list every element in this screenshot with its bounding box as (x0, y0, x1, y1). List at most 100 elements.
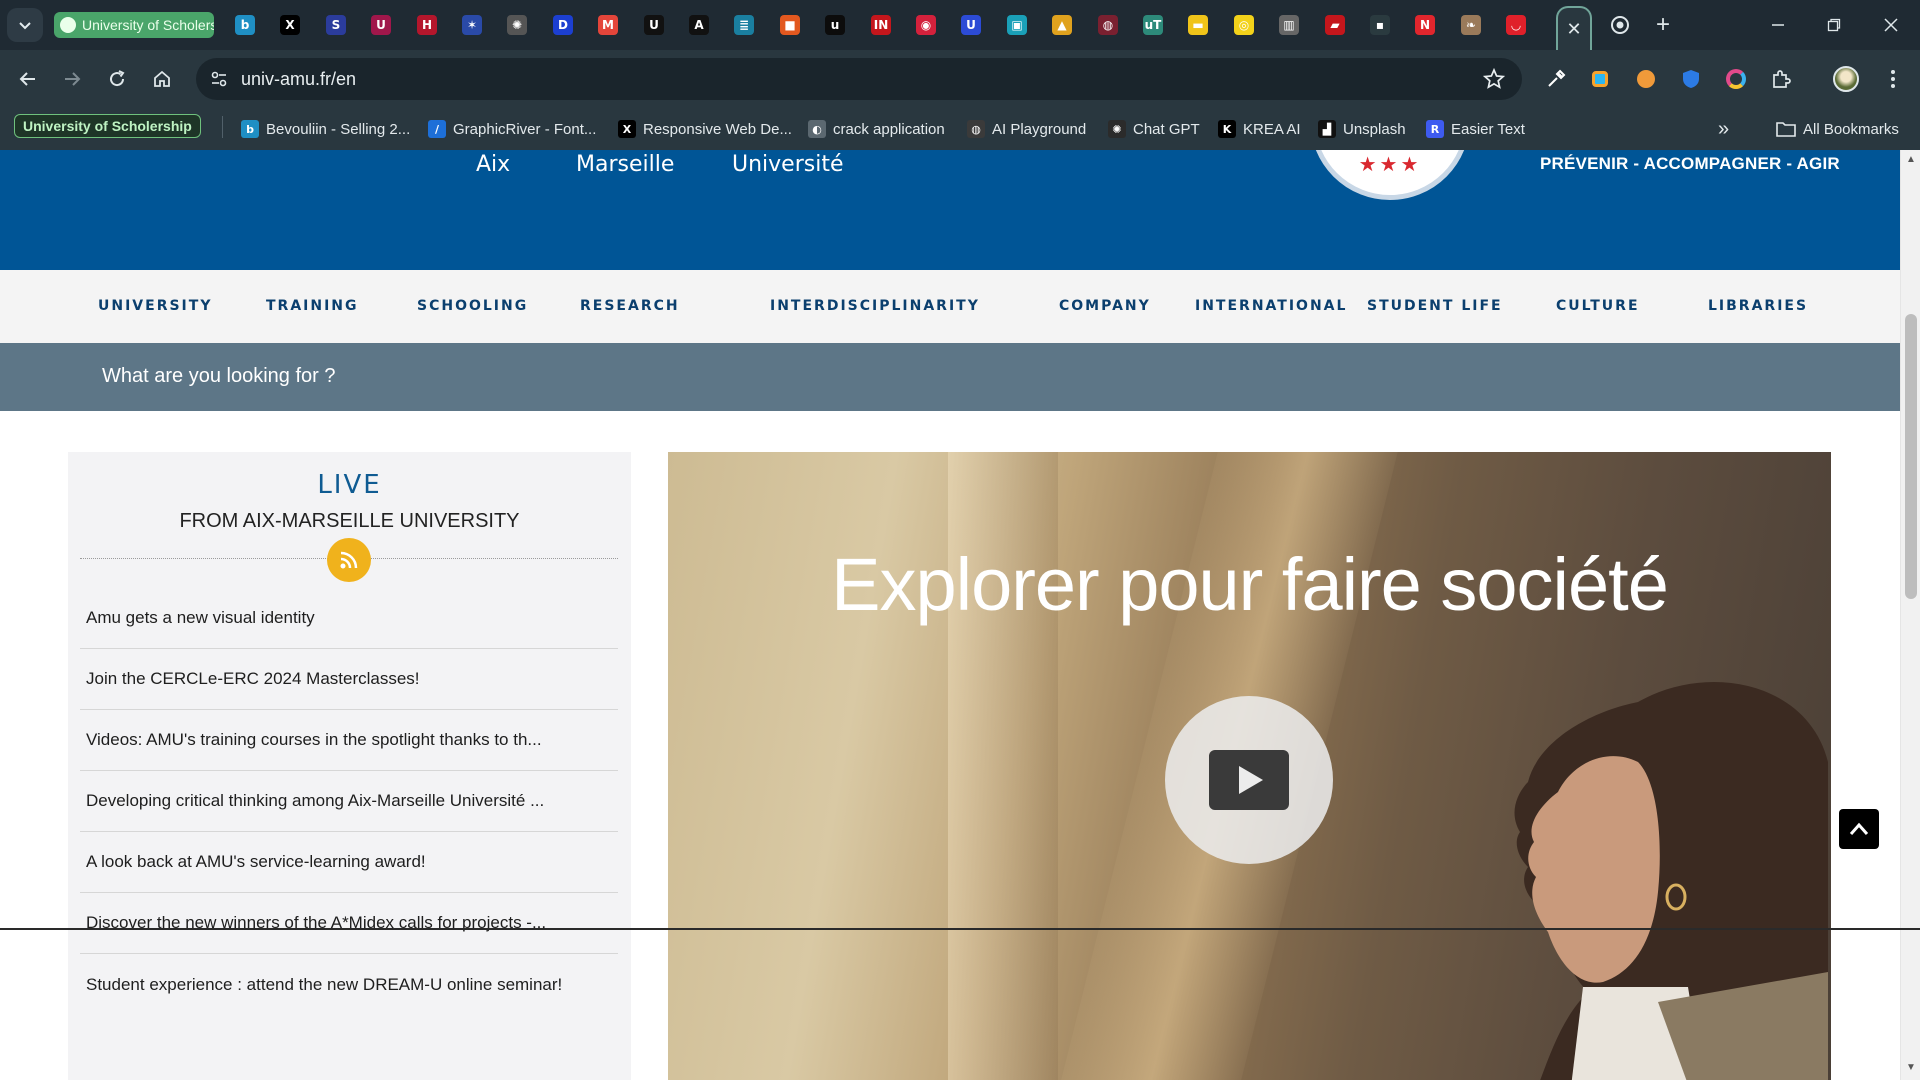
tab-lines[interactable]: ≣ (731, 12, 757, 38)
nav-schooling[interactable]: SCHOOLING (417, 298, 528, 314)
tab-dark[interactable]: ▪ (1367, 12, 1393, 38)
url-text[interactable]: univ-amu.fr/en (241, 69, 356, 90)
nav-research[interactable]: RESEARCH (580, 298, 680, 314)
bookmark-easier-text[interactable]: R Easier Text (1426, 117, 1525, 141)
scrollbar-thumb[interactable] (1905, 314, 1917, 599)
news-item[interactable]: Join the CERCLe-ERC 2024 Masterclasses! (80, 649, 618, 710)
tab-unsplash-u[interactable]: U (641, 12, 667, 38)
tab-insa[interactable]: IN (868, 12, 894, 38)
bookmark-folder-university-of-scholership[interactable]: University of Scholership (14, 114, 201, 138)
extensions-button[interactable] (1766, 64, 1796, 94)
extension-blue[interactable] (1585, 64, 1615, 94)
news-item[interactable]: A look back at AMU's service-learning aw… (80, 832, 618, 893)
nav-student-life[interactable]: STUDENT LIFE (1367, 298, 1503, 314)
bookmark-bevouliin[interactable]: b Bevouliin - Selling 2... (241, 117, 410, 141)
play-button[interactable] (1165, 696, 1333, 864)
tab-lips[interactable]: ◡ (1503, 12, 1529, 38)
tab-h[interactable]: H (414, 12, 440, 38)
tab-x[interactable]: X (277, 12, 303, 38)
nav-university[interactable]: UNIVERSITY (98, 298, 212, 314)
address-bar[interactable]: univ-amu.fr/en (196, 58, 1522, 100)
tab-teal-square[interactable]: ▣ (1004, 12, 1030, 38)
nav-training[interactable]: TRAINING (266, 298, 359, 314)
featured-video[interactable]: Explorer pour faire société (668, 452, 1831, 1080)
back-button[interactable] (13, 64, 43, 94)
news-item[interactable]: Student experience : attend the new DREA… (80, 954, 618, 1015)
tab-aperture[interactable]: ✺ (504, 12, 530, 38)
rss-icon (340, 551, 358, 569)
bookmark-ai-playground[interactable]: ◍ AI Playground (967, 117, 1086, 141)
extension-shield[interactable] (1676, 64, 1706, 94)
tab-s[interactable]: S (323, 12, 349, 38)
rss-feed-button[interactable] (327, 538, 371, 582)
scroll-down-arrow-icon[interactable]: ▼ (1905, 1062, 1917, 1074)
tab-doc[interactable]: ▥ (1276, 12, 1302, 38)
bookmark-unsplash[interactable]: ▟ Unsplash (1318, 117, 1406, 141)
tab-triangle[interactable]: ▲ (1049, 12, 1075, 38)
logo-word-universite[interactable]: Université (732, 152, 844, 177)
logo-word-aix[interactable]: Aix (476, 152, 510, 177)
nav-libraries[interactable]: LIBRARIES (1708, 298, 1808, 314)
bookmark-x[interactable]: X Responsive Web De... (618, 117, 792, 141)
tab-search-button[interactable] (7, 8, 43, 42)
tab-shield-u[interactable]: U (958, 12, 984, 38)
nav-international[interactable]: INTERNATIONAL (1195, 298, 1347, 314)
home-button[interactable] (147, 64, 177, 94)
tab-red-badge[interactable]: ◉ (913, 12, 939, 38)
main-navigation: UNIVERSITY TRAINING SCHOOLING RESEARCH I… (0, 270, 1900, 343)
bookmarks-overflow-button[interactable]: » (1718, 117, 1729, 141)
ai-playground-icon: ◍ (967, 120, 985, 138)
tab-yellow-bar[interactable]: ▬ (1185, 12, 1211, 38)
page-scrollbar[interactable]: ▲ ▼ (1900, 150, 1920, 1080)
tab-u-lower[interactable]: u (822, 12, 848, 38)
eyedropper-icon (1548, 69, 1566, 87)
scroll-up-arrow-icon[interactable]: ▲ (1905, 154, 1917, 166)
site-search-bar[interactable]: What are you looking for ? (0, 343, 1900, 411)
tab-u[interactable]: U (368, 12, 394, 38)
tab-university-of-scholership[interactable]: University of Scholership (54, 12, 214, 38)
restore-button[interactable] (1814, 10, 1854, 40)
reload-button[interactable] (102, 64, 132, 94)
profile-button[interactable] (1831, 64, 1861, 94)
news-item[interactable]: Amu gets a new visual identity (80, 588, 618, 649)
tab-star-blue[interactable]: ✶ (459, 12, 485, 38)
close-window-button[interactable] (1871, 10, 1911, 40)
new-tab-button[interactable]: + (1643, 10, 1683, 40)
minimize-button[interactable] (1758, 10, 1798, 40)
eyedropper-extension[interactable] (1541, 64, 1571, 94)
bookmark-krea[interactable]: K KREA AI (1218, 117, 1301, 141)
nav-culture[interactable]: CULTURE (1556, 298, 1640, 314)
tab-orange-box[interactable]: ■ (777, 12, 803, 38)
current-tab-close-button[interactable]: ✕ (1556, 6, 1592, 50)
prevention-emblem[interactable]: ★★★ (1310, 150, 1470, 200)
tab-squirrel[interactable]: ❧ (1458, 12, 1484, 38)
extension-color[interactable] (1721, 64, 1751, 94)
forward-button[interactable] (57, 64, 87, 94)
news-item[interactable]: Developing critical thinking among Aix-M… (80, 771, 618, 832)
logo-word-marseille[interactable]: Marseille (576, 152, 674, 177)
extension-cookie[interactable] (1631, 64, 1661, 94)
site-info-button[interactable] (204, 64, 234, 94)
bookmark-globe[interactable]: ◐ crack application (808, 117, 945, 141)
search-input[interactable]: What are you looking for ? (102, 365, 335, 388)
bookmark-star-button[interactable] (1482, 67, 1506, 91)
news-item[interactable]: Videos: AMU's training courses in the sp… (80, 710, 618, 771)
menu-button[interactable] (1878, 64, 1908, 94)
tab-crest[interactable]: ◍ (1095, 12, 1121, 38)
bookmark-graphicriver[interactable]: / GraphicRiver - Font... (428, 117, 596, 141)
tab-m[interactable]: M (595, 12, 621, 38)
tab-a[interactable]: A (686, 12, 712, 38)
nav-company[interactable]: COMPANY (1059, 298, 1151, 314)
back-to-top-button[interactable] (1839, 809, 1879, 849)
chrome-tab[interactable] (1607, 12, 1633, 38)
tab-red-book[interactable]: ▰ (1322, 12, 1348, 38)
bookmark-chatgpt[interactable]: ✺ Chat GPT (1108, 117, 1200, 141)
tab-bevouliin[interactable]: b (232, 12, 258, 38)
news-item[interactable]: Discover the new winners of the A*Midex … (80, 893, 618, 954)
tab-yellow-circle[interactable]: ◎ (1231, 12, 1257, 38)
tab-ut[interactable]: uT (1140, 12, 1166, 38)
all-bookmarks-button[interactable]: All Bookmarks (1776, 117, 1899, 141)
tab-d[interactable]: D (550, 12, 576, 38)
nav-interdisciplinarity[interactable]: INTERDISCIPLINARITY (770, 298, 980, 314)
tab-n[interactable]: N (1412, 12, 1438, 38)
